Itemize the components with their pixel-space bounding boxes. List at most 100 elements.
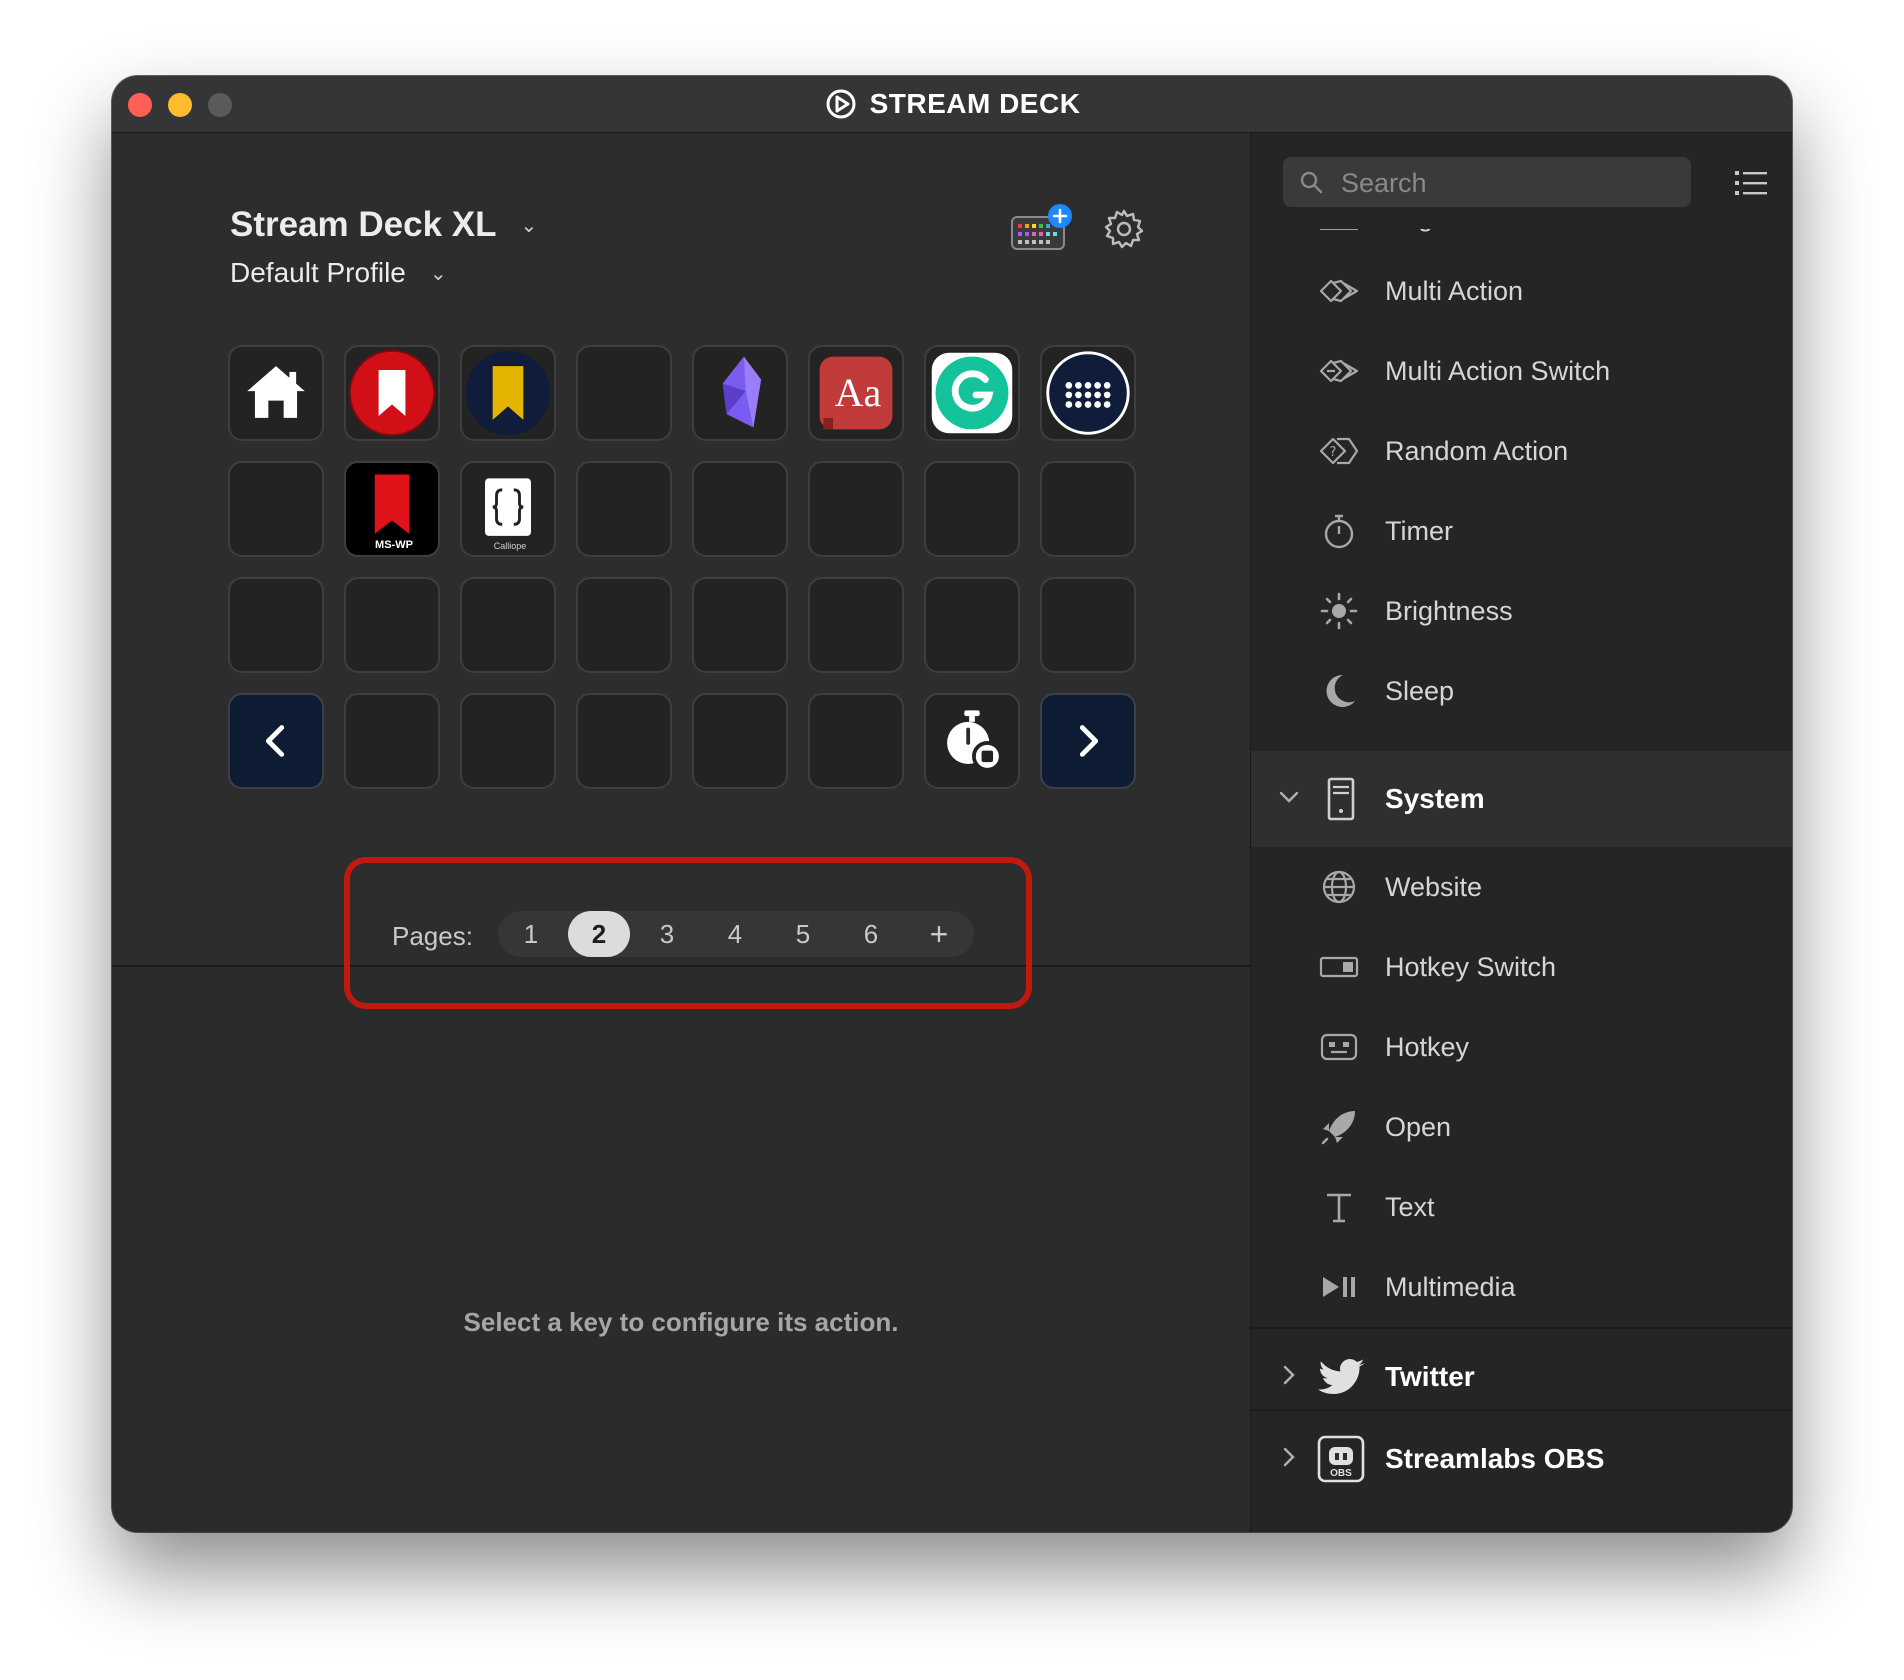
stopwatch-icon bbox=[947, 710, 1003, 772]
moon-icon bbox=[1326, 674, 1355, 707]
page-indicator-icon bbox=[1320, 229, 1358, 230]
key-empty[interactable] bbox=[344, 577, 440, 673]
action-open[interactable]: Open bbox=[1251, 1087, 1792, 1167]
key-empty[interactable] bbox=[808, 461, 904, 557]
app-title: STREAM DECK bbox=[112, 84, 1792, 124]
chevron-left-icon bbox=[265, 725, 285, 757]
key-previous-page[interactable] bbox=[228, 693, 324, 789]
key-empty[interactable] bbox=[576, 693, 672, 789]
random-action-icon: ? bbox=[1319, 437, 1359, 465]
page-4-button[interactable]: 4 bbox=[704, 911, 766, 957]
key-empty[interactable] bbox=[228, 577, 324, 673]
app-title-text: STREAM DECK bbox=[869, 88, 1081, 119]
action-label: Timer bbox=[1385, 516, 1453, 546]
key-empty[interactable] bbox=[924, 461, 1020, 557]
key-empty[interactable] bbox=[924, 577, 1020, 673]
action-label: Website bbox=[1385, 872, 1483, 902]
key-bookmark-red[interactable] bbox=[344, 345, 440, 441]
action-label: Open bbox=[1385, 1112, 1452, 1142]
key-empty[interactable] bbox=[692, 461, 788, 557]
bookmark-icon bbox=[465, 350, 551, 436]
action-label: Multimedia bbox=[1385, 1272, 1516, 1302]
page-6-button[interactable]: 6 bbox=[840, 911, 902, 957]
page-1-button[interactable]: 1 bbox=[500, 911, 562, 957]
key-empty[interactable] bbox=[576, 345, 672, 441]
profile-name: Default Profile bbox=[230, 257, 406, 288]
key-ms-wp[interactable]: MS-WP bbox=[344, 461, 440, 557]
calliope-label: Calliope bbox=[493, 541, 527, 551]
key-calliope[interactable]: Calliope bbox=[460, 461, 556, 557]
key-grammarly[interactable] bbox=[924, 345, 1020, 441]
action-sleep[interactable]: Sleep bbox=[1251, 651, 1792, 731]
category-streamlabs-obs[interactable]: OBS Streamlabs OBS bbox=[1251, 1409, 1792, 1507]
svg-text:?: ? bbox=[1330, 445, 1337, 460]
action-label: Hotkey Switch bbox=[1385, 952, 1557, 982]
key-empty[interactable] bbox=[692, 577, 788, 673]
key-timer[interactable] bbox=[924, 693, 1020, 789]
page-5-button[interactable]: 5 bbox=[772, 911, 834, 957]
key-obsidian[interactable] bbox=[692, 345, 788, 441]
key-empty[interactable] bbox=[576, 461, 672, 557]
page-3-button[interactable]: 3 bbox=[636, 911, 698, 957]
chevron-right-icon bbox=[1283, 1365, 1295, 1385]
action-multi-action[interactable]: Multi Action bbox=[1251, 251, 1792, 331]
action-timer[interactable]: Timer bbox=[1251, 491, 1792, 571]
action-label: Multi Action bbox=[1385, 276, 1524, 306]
chevron-down-icon: ⌄ bbox=[520, 214, 538, 237]
dictionary-label: Aa bbox=[834, 370, 882, 415]
key-empty[interactable] bbox=[228, 461, 324, 557]
action-multimedia[interactable]: Multimedia bbox=[1251, 1247, 1792, 1327]
profile-selector[interactable]: Default Profile ⌄ bbox=[230, 257, 447, 289]
configure-hint: Select a key to configure its action. bbox=[463, 1307, 899, 1337]
key-bookmark-gold[interactable] bbox=[460, 345, 556, 441]
home-icon bbox=[247, 366, 305, 418]
device-selector[interactable]: Stream Deck XL ⌄ bbox=[230, 205, 537, 245]
category-label: Streamlabs OBS bbox=[1385, 1443, 1605, 1474]
action-hotkey[interactable]: Hotkey bbox=[1251, 1007, 1792, 1087]
key-home[interactable] bbox=[228, 345, 324, 441]
key-empty[interactable] bbox=[1040, 577, 1136, 673]
action-hotkey-switch[interactable]: Hotkey Switch bbox=[1251, 927, 1792, 1007]
multi-action-switch-icon bbox=[1319, 359, 1359, 383]
action-text[interactable]: Text bbox=[1251, 1167, 1792, 1247]
page-2-button[interactable]: 2 bbox=[568, 911, 630, 957]
pages-label: Pages: bbox=[392, 921, 473, 951]
action-label: Hotkey bbox=[1385, 1032, 1470, 1062]
action-random-action[interactable]: ? Random Action bbox=[1251, 411, 1792, 491]
key-dictionary[interactable]: Aa bbox=[808, 345, 904, 441]
gear-icon[interactable] bbox=[1102, 207, 1146, 251]
text-icon bbox=[1327, 1193, 1351, 1223]
list-view-icon[interactable] bbox=[1735, 169, 1767, 197]
twitter-bird-icon bbox=[1318, 1359, 1365, 1394]
key-empty[interactable] bbox=[808, 693, 904, 789]
chevron-right-icon bbox=[1079, 725, 1099, 757]
search-field[interactable] bbox=[1283, 157, 1691, 209]
key-empty[interactable] bbox=[576, 577, 672, 673]
action-label: Random Action bbox=[1385, 436, 1569, 466]
action-multi-action-switch[interactable]: Multi Action Switch bbox=[1251, 331, 1792, 411]
key-next-page[interactable] bbox=[1040, 693, 1136, 789]
action-brightness[interactable]: Brightness bbox=[1251, 571, 1792, 651]
title-bar: STREAM DECK bbox=[112, 76, 1792, 133]
search-icon bbox=[1300, 171, 1323, 194]
grammarly-icon bbox=[931, 352, 1013, 434]
add-page-button[interactable]: + bbox=[908, 911, 970, 957]
key-keypad[interactable] bbox=[1040, 345, 1136, 441]
key-empty[interactable] bbox=[808, 577, 904, 673]
key-empty[interactable] bbox=[460, 693, 556, 789]
play-pause-icon bbox=[1323, 1277, 1355, 1297]
keypad-dots-icon bbox=[1046, 351, 1130, 435]
add-device-keyboard-icon[interactable] bbox=[1010, 203, 1074, 255]
key-empty[interactable] bbox=[1040, 461, 1136, 557]
chevron-down-icon: ⌄ bbox=[429, 262, 447, 285]
key-empty[interactable] bbox=[460, 577, 556, 673]
globe-icon bbox=[1322, 870, 1356, 904]
search-input[interactable] bbox=[1339, 157, 1683, 209]
key-empty[interactable] bbox=[692, 693, 788, 789]
action-label: Sleep bbox=[1385, 676, 1455, 706]
device-canvas: Stream Deck XL ⌄ Default Profile ⌄ Aa MS… bbox=[112, 133, 1250, 1009]
key-empty[interactable] bbox=[344, 693, 440, 789]
category-system[interactable]: System bbox=[1251, 751, 1792, 847]
action-website[interactable]: Website bbox=[1251, 847, 1792, 927]
stream-deck-window: STREAM DECK Stream Deck XL ⌄ Default Pro… bbox=[112, 76, 1792, 1532]
